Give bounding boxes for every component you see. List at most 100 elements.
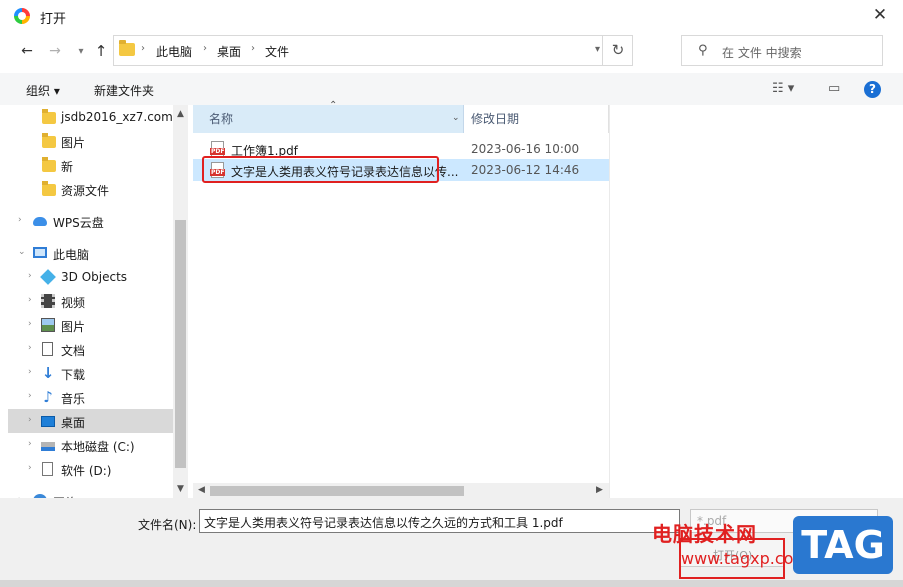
highlight-box: [202, 156, 439, 183]
close-button[interactable]: ✕: [867, 4, 893, 26]
chevron-right-icon[interactable]: ›: [18, 215, 22, 225]
chevron-right-icon[interactable]: ›: [251, 43, 255, 54]
breadcrumb-files[interactable]: 文件: [265, 43, 289, 60]
sidebar-item-desktop[interactable]: › 桌面: [8, 409, 173, 433]
horizontal-scrollbar[interactable]: ◀ ▶: [193, 483, 609, 498]
drive-icon: [42, 462, 53, 476]
pdf-file-icon: [210, 141, 226, 157]
empty-area: [609, 105, 903, 498]
scroll-left-icon[interactable]: ◀: [198, 485, 205, 495]
navigation-scrollbar[interactable]: ▲ ▼: [173, 105, 188, 498]
taskbar-edge: [0, 580, 903, 587]
folder-icon: [42, 157, 56, 172]
watermark-tag-text: TAG: [801, 523, 885, 567]
window-title: 打开: [40, 12, 67, 27]
sidebar-item-label: 图片: [61, 136, 86, 150]
new-folder-button[interactable]: 新建文件夹: [94, 82, 154, 99]
sidebar-item-label: 资源文件: [61, 184, 110, 198]
filename-label: 文件名(N):: [138, 518, 197, 532]
app-logo-icon: [14, 8, 30, 24]
sidebar-item-this-pc[interactable]: ⌄ 此电脑: [8, 241, 173, 265]
refresh-icon[interactable]: ↻: [602, 35, 633, 66]
sidebar-item-label: 3D Objects: [61, 270, 128, 284]
cloud-icon: [33, 217, 47, 226]
sidebar-item-label: jsdb2016_xz7.com: [61, 110, 173, 124]
breadcrumb-desktop[interactable]: 桌面: [217, 43, 241, 60]
sidebar-item-label: 新: [61, 160, 74, 174]
search-icon: ⚲: [698, 43, 708, 58]
sidebar-item-wps-cloud[interactable]: › WPS云盘: [8, 209, 173, 233]
scroll-down-icon[interactable]: ▼: [177, 484, 184, 494]
file-modified: 2023-06-12 14:46: [471, 163, 580, 177]
recent-locations-chevron-icon[interactable]: ▾: [72, 43, 90, 61]
sidebar-item-documents[interactable]: › 文档: [8, 337, 173, 361]
picture-icon: [41, 318, 55, 332]
music-icon: ♪: [43, 388, 53, 406]
chevron-right-icon[interactable]: ›: [28, 367, 32, 377]
sidebar-item-jsdb[interactable]: jsdb2016_xz7.com: [8, 105, 173, 129]
chevron-right-icon[interactable]: ›: [28, 415, 32, 425]
filename-input[interactable]: 文字是人类用表义符号记录表达信息以传之久远的方式和工具 1.pdf: [199, 509, 680, 533]
chevron-right-icon[interactable]: ›: [203, 43, 207, 54]
scrollbar-thumb[interactable]: [175, 220, 186, 468]
column-dropdown-icon[interactable]: ⌄: [452, 113, 460, 123]
desktop-icon: [41, 416, 55, 427]
sidebar-item-label: 视频: [61, 296, 86, 310]
search-placeholder: 在 文件 中搜索: [722, 46, 802, 60]
folder-icon: [42, 181, 56, 196]
address-bar[interactable]: › 此电脑 › 桌面 › 文件 ▾ ↻: [113, 35, 633, 66]
sidebar-item-label: 桌面: [61, 416, 86, 430]
file-modified: 2023-06-16 10:00: [471, 142, 580, 156]
folder-icon: [119, 40, 135, 56]
sidebar-item-new[interactable]: 新: [8, 153, 173, 177]
scroll-up-icon[interactable]: ▲: [177, 109, 184, 119]
sidebar-item-pictures[interactable]: › 图片: [8, 313, 173, 337]
view-options-icon[interactable]: ☷ ▾: [772, 81, 794, 96]
preview-pane-icon[interactable]: ▭: [828, 81, 840, 96]
organize-button[interactable]: 组织 ▾: [26, 82, 60, 99]
cube-icon: [40, 269, 56, 285]
scroll-right-icon[interactable]: ▶: [596, 485, 603, 495]
chevron-right-icon[interactable]: ›: [28, 271, 32, 281]
chevron-right-icon[interactable]: ›: [28, 439, 32, 449]
breadcrumb-this-pc[interactable]: 此电脑: [156, 43, 192, 60]
title-bar: 打开 ✕: [0, 0, 903, 31]
sidebar-item-label: 此电脑: [53, 248, 90, 262]
filename-value: 文字是人类用表义符号记录表达信息以传之久远的方式和工具 1.pdf: [204, 516, 563, 530]
forward-arrow-icon[interactable]: →: [46, 42, 64, 60]
sidebar-item-label: 下载: [61, 368, 86, 382]
up-arrow-icon[interactable]: ↑: [92, 42, 110, 60]
chevron-right-icon[interactable]: ›: [28, 463, 32, 473]
sidebar-item-label: WPS云盘: [53, 216, 104, 230]
sidebar-item-software-d[interactable]: › 软件 (D:): [8, 457, 173, 481]
search-input[interactable]: ⚲ 在 文件 中搜索: [681, 35, 883, 66]
sidebar-item-videos[interactable]: › 视频: [8, 289, 173, 313]
chevron-right-icon[interactable]: ›: [28, 343, 32, 353]
chevron-right-icon[interactable]: ›: [28, 391, 32, 401]
sidebar-item-network[interactable]: › 网络: [8, 489, 173, 498]
navigation-pane: jsdb2016_xz7.com 图片 新 资源文件 › WPS云盘 ⌄ 此电脑…: [8, 105, 192, 498]
help-icon[interactable]: ?: [864, 81, 881, 98]
sidebar-item-3d-objects[interactable]: › 3D Objects: [8, 265, 173, 289]
scrollbar-thumb[interactable]: [210, 486, 464, 496]
chevron-right-icon[interactable]: ›: [28, 319, 32, 329]
watermark-tag-logo: TAG: [793, 516, 893, 574]
back-arrow-icon[interactable]: ←: [18, 42, 36, 60]
computer-icon: [33, 247, 47, 258]
chevron-right-icon[interactable]: ›: [28, 295, 32, 305]
sidebar-item-label: 软件 (D:): [61, 464, 112, 478]
sidebar-item-pictures-folder[interactable]: 图片: [8, 129, 173, 153]
watermark-url: www.tagxp.com: [681, 549, 809, 568]
sidebar-item-label: 音乐: [61, 392, 86, 406]
chevron-down-icon[interactable]: ⌄: [18, 247, 26, 257]
sidebar-item-local-disk-c[interactable]: › 本地磁盘 (C:): [8, 433, 173, 457]
sidebar-item-music[interactable]: › ♪ 音乐: [8, 385, 173, 409]
chevron-right-icon[interactable]: ›: [141, 43, 145, 54]
video-icon: [41, 294, 55, 308]
watermark-brand: 电脑技术网: [652, 522, 757, 546]
column-header-modified[interactable]: 修改日期: [464, 105, 609, 133]
sidebar-item-downloads[interactable]: › ↓ 下载: [8, 361, 173, 385]
sidebar-item-resources[interactable]: 资源文件: [8, 177, 173, 201]
address-dropdown-icon[interactable]: ▾: [595, 44, 600, 55]
disk-icon: [41, 442, 55, 451]
